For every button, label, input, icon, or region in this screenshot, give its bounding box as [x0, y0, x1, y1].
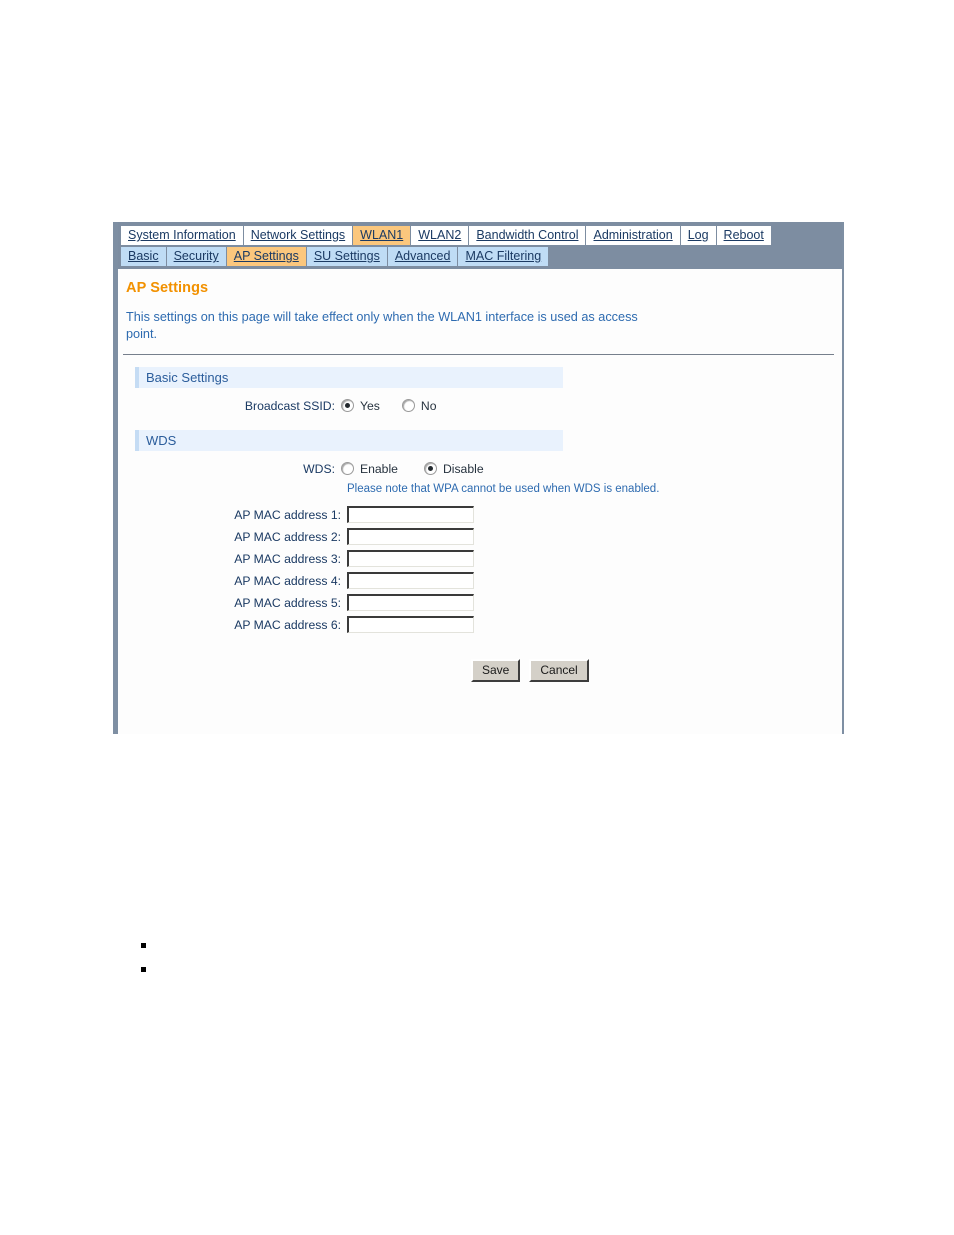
radio-no-icon[interactable]	[401, 399, 415, 412]
subtab-security[interactable]: Security	[166, 247, 227, 266]
wds-wpa-note: Please note that WPA cannot be used when…	[347, 483, 660, 495]
wds-enable-label: Enable	[360, 461, 398, 476]
mac-address-row-3: AP MAC address 3:	[135, 550, 842, 567]
square-bullet-icon	[141, 942, 146, 948]
tab-log[interactable]: Log	[680, 226, 717, 245]
broadcast-ssid-option-no[interactable]: No	[401, 398, 437, 413]
broadcast-ssid-yes-label: Yes	[360, 398, 380, 413]
row-wds-mode: WDS: Enable Disable	[135, 458, 842, 479]
mac-address-4-input[interactable]	[347, 572, 474, 589]
broadcast-ssid-option-yes[interactable]: Yes	[341, 399, 380, 413]
mac-address-4-label: AP MAC address 4:	[234, 573, 341, 588]
page-description: This settings on this page will take eff…	[126, 310, 638, 341]
list-item	[141, 957, 154, 981]
bullet-list	[141, 933, 154, 981]
broadcast-ssid-label: Broadcast SSID:	[244, 398, 335, 413]
radio-disable-icon[interactable]	[423, 462, 437, 475]
mac-address-5-label: AP MAC address 5:	[234, 595, 341, 610]
wds-disable-label: Disable	[442, 461, 484, 476]
subtab-basic[interactable]: Basic	[121, 247, 167, 266]
mac-address-3-label: AP MAC address 3:	[234, 551, 341, 566]
tab-network-settings[interactable]: Network Settings	[243, 226, 354, 245]
mac-address-3-input[interactable]	[347, 550, 474, 567]
tab-wlan2[interactable]: WLAN2	[411, 226, 470, 245]
mac-address-row-1: AP MAC address 1:	[135, 506, 842, 523]
mac-address-2-label: AP MAC address 2:	[234, 529, 341, 544]
tab-system-information[interactable]: System Information	[121, 226, 244, 245]
wds-option-disable[interactable]: Disable	[423, 461, 484, 476]
basic-settings-fields: Broadcast SSID: Yes No	[118, 395, 842, 416]
wds-fields: WDS: Enable Disable Please note that WPA…	[118, 458, 842, 682]
mac-address-2-input[interactable]	[347, 528, 474, 545]
mac-address-6-label: AP MAC address 6:	[234, 617, 341, 632]
radio-yes-icon[interactable]	[341, 399, 354, 412]
wds-option-enable[interactable]: Enable	[341, 462, 398, 476]
section-header-wds: WDS	[135, 430, 563, 451]
mac-address-row-2: AP MAC address 2:	[135, 528, 842, 545]
wds-radio-group: Enable Disable	[341, 462, 506, 476]
cancel-button[interactable]: Cancel	[529, 659, 589, 682]
mac-address-6-input[interactable]	[347, 616, 474, 633]
main-tab-bar: System Information Network Settings WLAN…	[118, 222, 842, 245]
section-header-basic-settings: Basic Settings	[135, 367, 563, 388]
tab-bandwidth-control[interactable]: Bandwidth Control	[469, 226, 587, 245]
router-admin-window: System Information Network Settings WLAN…	[113, 222, 844, 734]
subtab-ap-settings[interactable]: AP Settings	[226, 247, 307, 266]
mac-address-row-6: AP MAC address 6:	[135, 616, 842, 633]
form-action-buttons: Save Cancel	[135, 633, 842, 682]
wds-label: WDS:	[303, 461, 335, 476]
subtab-mac-filtering[interactable]: MAC Filtering	[458, 247, 550, 266]
tab-reboot[interactable]: Reboot	[716, 226, 771, 245]
square-bullet-icon	[141, 966, 146, 972]
broadcast-ssid-radio-group: Yes No	[341, 399, 458, 413]
save-button[interactable]: Save	[471, 659, 521, 682]
tab-wlan1[interactable]: WLAN1	[353, 226, 412, 245]
subtab-su-settings[interactable]: SU Settings	[306, 247, 388, 266]
broadcast-ssid-no-label: No	[420, 398, 437, 413]
mac-address-row-5: AP MAC address 5:	[135, 594, 842, 611]
list-item	[141, 933, 154, 957]
tab-administration[interactable]: Administration	[586, 226, 681, 245]
page-content: AP Settings This settings on this page w…	[118, 269, 842, 734]
mac-address-1-label: AP MAC address 1:	[234, 507, 341, 522]
mac-address-1-input[interactable]	[347, 506, 474, 523]
row-broadcast-ssid: Broadcast SSID: Yes No	[135, 395, 842, 416]
radio-enable-icon[interactable]	[341, 462, 354, 475]
mac-address-5-input[interactable]	[347, 594, 474, 611]
page-title: AP Settings	[126, 280, 209, 296]
sub-tab-bar: Basic Security AP Settings SU Settings A…	[118, 245, 842, 269]
subtab-advanced[interactable]: Advanced	[387, 247, 459, 266]
mac-address-row-4: AP MAC address 4:	[135, 572, 842, 589]
